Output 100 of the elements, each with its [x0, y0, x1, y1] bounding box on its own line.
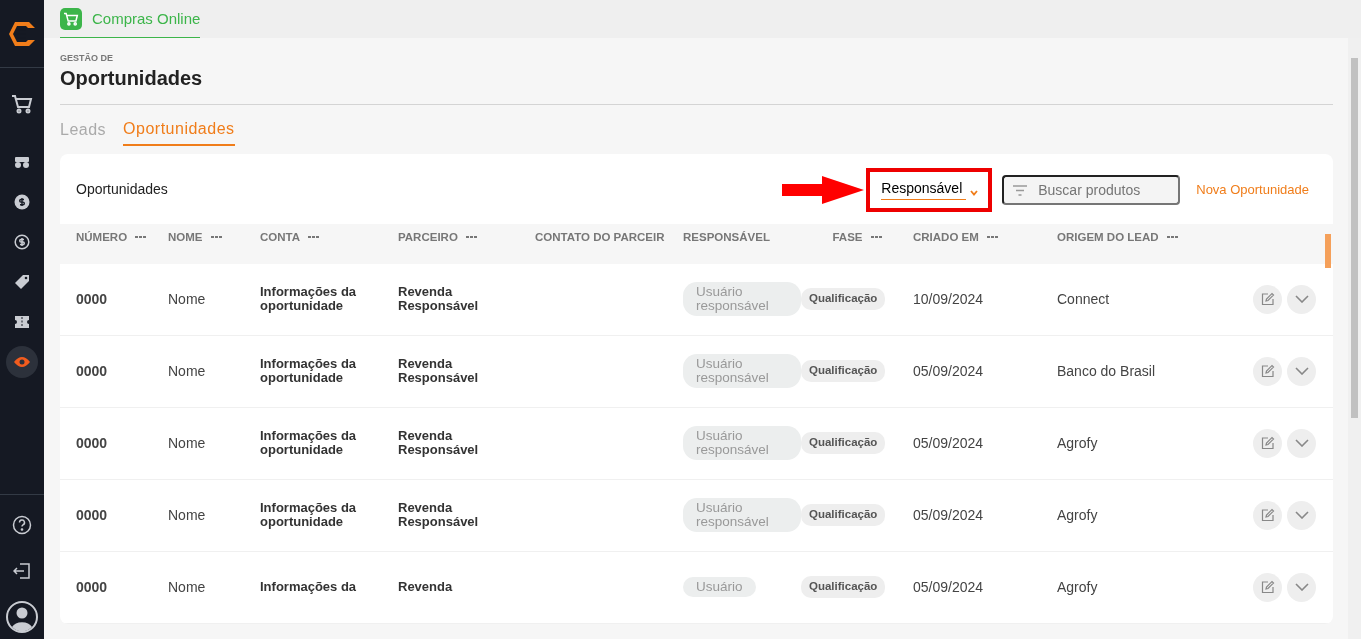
card-title: Oportunidades [76, 180, 168, 199]
table-cell-text: 05/09/2024 [913, 577, 985, 597]
column-header: NOME [168, 230, 203, 246]
table-cell-text: Revenda Responsável [398, 428, 480, 458]
chevron-down-icon [1294, 367, 1309, 375]
sidebar-item[interactable] [6, 346, 38, 378]
chevron-down-icon [1294, 439, 1309, 447]
edit-button[interactable] [1253, 572, 1282, 602]
column-menu-icon[interactable] [210, 236, 222, 240]
page-title: Oportunidades [60, 65, 204, 90]
phase-badge: Qualificação [801, 576, 886, 598]
tag-icon [14, 274, 30, 290]
column-header: CRIADO EM [913, 230, 979, 246]
avatar-button[interactable] [6, 601, 38, 633]
search-field[interactable]: Buscar produtos [1002, 174, 1181, 205]
chevron-down-icon [1294, 295, 1309, 303]
column-header: RESPONSÁVEL [683, 230, 770, 246]
user-chip: Usuário responsável [683, 425, 801, 461]
table-cell-text: Informações da oportunidade [260, 428, 358, 458]
tab[interactable]: Leads [60, 116, 107, 146]
expand-button[interactable] [1287, 428, 1316, 458]
edit-icon [1260, 292, 1275, 306]
expand-button[interactable] [1287, 356, 1316, 386]
phase-badge: Qualificação [801, 432, 886, 454]
table-cell-text: Connect [1057, 289, 1111, 309]
edit-button[interactable] [1253, 428, 1282, 458]
table-cell-text: 0000 [76, 577, 109, 597]
tractor-icon [14, 155, 30, 169]
edit-button[interactable] [1253, 500, 1282, 530]
scrollbar[interactable] [1348, 38, 1361, 639]
logout-button[interactable] [13, 563, 31, 579]
tab[interactable]: Oportunidades [123, 116, 235, 146]
chevron-down-icon [1294, 511, 1309, 519]
table-cell-text: Agrofy [1057, 505, 1099, 525]
column-menu-icon[interactable] [1166, 236, 1178, 240]
filter-select[interactable]: Responsável [881, 177, 967, 200]
edit-icon [1260, 436, 1275, 450]
table-cell-text: Nome [168, 433, 207, 453]
user-chip: Usuário responsável [683, 497, 801, 533]
user-chip: Usuário responsável [683, 353, 801, 389]
table-cell-text: Revenda Responsável [398, 284, 480, 314]
table-cell-text: Nome [168, 361, 207, 381]
table-cell-text: 05/09/2024 [913, 361, 985, 381]
chevron-down-icon [1294, 583, 1309, 591]
edit-icon [1260, 364, 1275, 378]
page-kicker: GESTÃO DE [60, 52, 114, 65]
table-cell-text: Revenda Responsável [398, 356, 480, 386]
phase-badge: Qualificação [801, 504, 886, 526]
table-cell-text: Informações da [260, 579, 358, 595]
edit-icon [1260, 580, 1275, 594]
table-cell-text: Informações da oportunidade [260, 284, 358, 314]
user-chip: Usuário responsável [683, 281, 801, 317]
dollar-icon [14, 194, 30, 210]
expand-button[interactable] [1287, 572, 1316, 602]
table-cell-text: Agrofy [1057, 433, 1099, 453]
logo-icon [8, 20, 36, 47]
edit-button[interactable] [1253, 284, 1282, 314]
table-cell-text: 0000 [76, 361, 109, 381]
column-header: ORIGEM DO LEAD [1057, 230, 1159, 246]
table-cell-text: Informações da oportunidade [260, 500, 358, 530]
edit-icon [1260, 508, 1275, 522]
ticket-icon [14, 315, 30, 329]
column-menu-icon[interactable] [135, 236, 147, 240]
user-chip: Usuário [683, 576, 756, 598]
app-tab[interactable]: Compras Online [60, 0, 201, 38]
caret-icon [970, 189, 979, 196]
filter-icon [1012, 184, 1029, 196]
column-header: PARCEIRO [398, 230, 458, 246]
eye-icon [13, 356, 31, 368]
table-cell-text: Agrofy [1057, 577, 1099, 597]
table-cell-text: Nome [168, 505, 207, 525]
new-opportunity-link[interactable]: Nova Oportunidade [1196, 179, 1309, 200]
column-header: CONTA [260, 230, 301, 246]
dollar-cycle-icon [14, 234, 30, 250]
phase-badge: Qualificação [801, 360, 886, 382]
table-cell-text: 0000 [76, 289, 109, 309]
expand-button[interactable] [1287, 500, 1316, 530]
app-tab-label[interactable]: Compras Online [92, 7, 201, 31]
table-cell-text: Revenda Responsável [398, 500, 480, 530]
phase-badge: Qualificação [801, 288, 886, 310]
table-cell-text: 10/09/2024 [913, 289, 985, 309]
column-header: FASE [832, 230, 863, 246]
table-cell-text: Nome [168, 289, 207, 309]
cart-icon [11, 94, 33, 114]
expand-button[interactable] [1287, 284, 1316, 314]
table-cell-text: 0000 [76, 505, 109, 525]
column-menu-icon[interactable] [465, 236, 477, 240]
help-button[interactable] [12, 515, 32, 535]
table-cell-text: Informações da oportunidade [260, 356, 358, 386]
edit-button[interactable] [1253, 356, 1282, 386]
column-header: NÚMERO [76, 230, 128, 246]
table-cell-text: 05/09/2024 [913, 433, 985, 453]
table-cell-text: 05/09/2024 [913, 505, 985, 525]
column-menu-icon[interactable] [308, 236, 320, 240]
cart-icon [60, 8, 82, 30]
table-cell-text: Banco do Brasil [1057, 361, 1157, 381]
column-menu-icon[interactable] [870, 236, 882, 240]
column-menu-icon[interactable] [986, 236, 998, 240]
table-cell-text: 0000 [76, 433, 109, 453]
table-cell-text: Nome [168, 577, 207, 597]
